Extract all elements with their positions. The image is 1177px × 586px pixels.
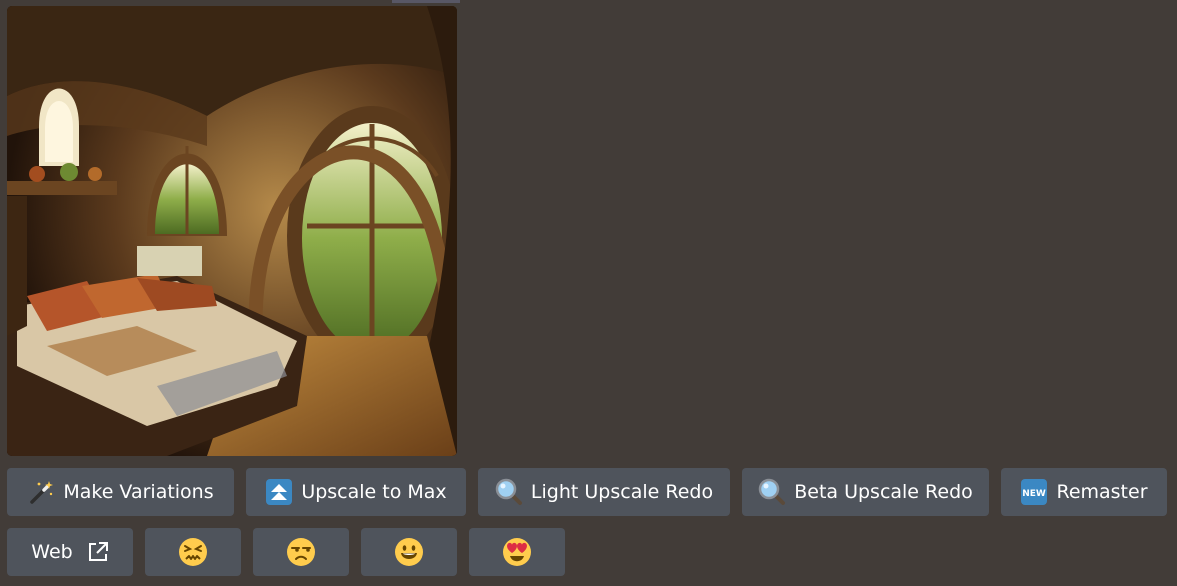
web-label: Web <box>31 540 73 563</box>
make-variations-label: Make Variations <box>63 480 214 503</box>
new-badge-icon: NEW <box>1020 478 1048 506</box>
upscale-to-max-button[interactable]: Upscale to Max <box>246 468 466 516</box>
make-variations-button[interactable]: Make Variations <box>7 468 234 516</box>
remaster-label: Remaster <box>1056 480 1148 503</box>
magnifier-icon <box>758 478 786 506</box>
light-upscale-redo-button[interactable]: Light Upscale Redo <box>478 468 730 516</box>
reaction-heart-eyes-button[interactable] <box>469 528 565 576</box>
grinning-face-icon <box>395 538 423 566</box>
bedroom-illustration <box>7 6 457 456</box>
magnifier-icon <box>495 478 523 506</box>
heart-eyes-face-icon <box>503 538 531 566</box>
svg-text:NEW: NEW <box>1023 489 1047 499</box>
beta-upscale-redo-button[interactable]: Beta Upscale Redo <box>742 468 989 516</box>
unamused-face-icon <box>287 538 315 566</box>
magic-wand-icon <box>27 478 55 506</box>
beta-upscale-redo-label: Beta Upscale Redo <box>794 480 973 503</box>
external-link-icon <box>87 541 109 563</box>
confounded-face-icon <box>179 538 207 566</box>
reaction-unamused-button[interactable] <box>253 528 349 576</box>
reaction-grinning-button[interactable] <box>361 528 457 576</box>
top-divider <box>392 0 460 3</box>
upscale-to-max-label: Upscale to Max <box>301 480 447 503</box>
web-link-button[interactable]: Web <box>7 528 133 576</box>
reaction-confounded-button[interactable] <box>145 528 241 576</box>
generated-image[interactable] <box>7 6 457 456</box>
remaster-button[interactable]: NEW Remaster <box>1001 468 1167 516</box>
light-upscale-redo-label: Light Upscale Redo <box>530 480 714 503</box>
double-up-arrow-icon <box>265 478 293 506</box>
